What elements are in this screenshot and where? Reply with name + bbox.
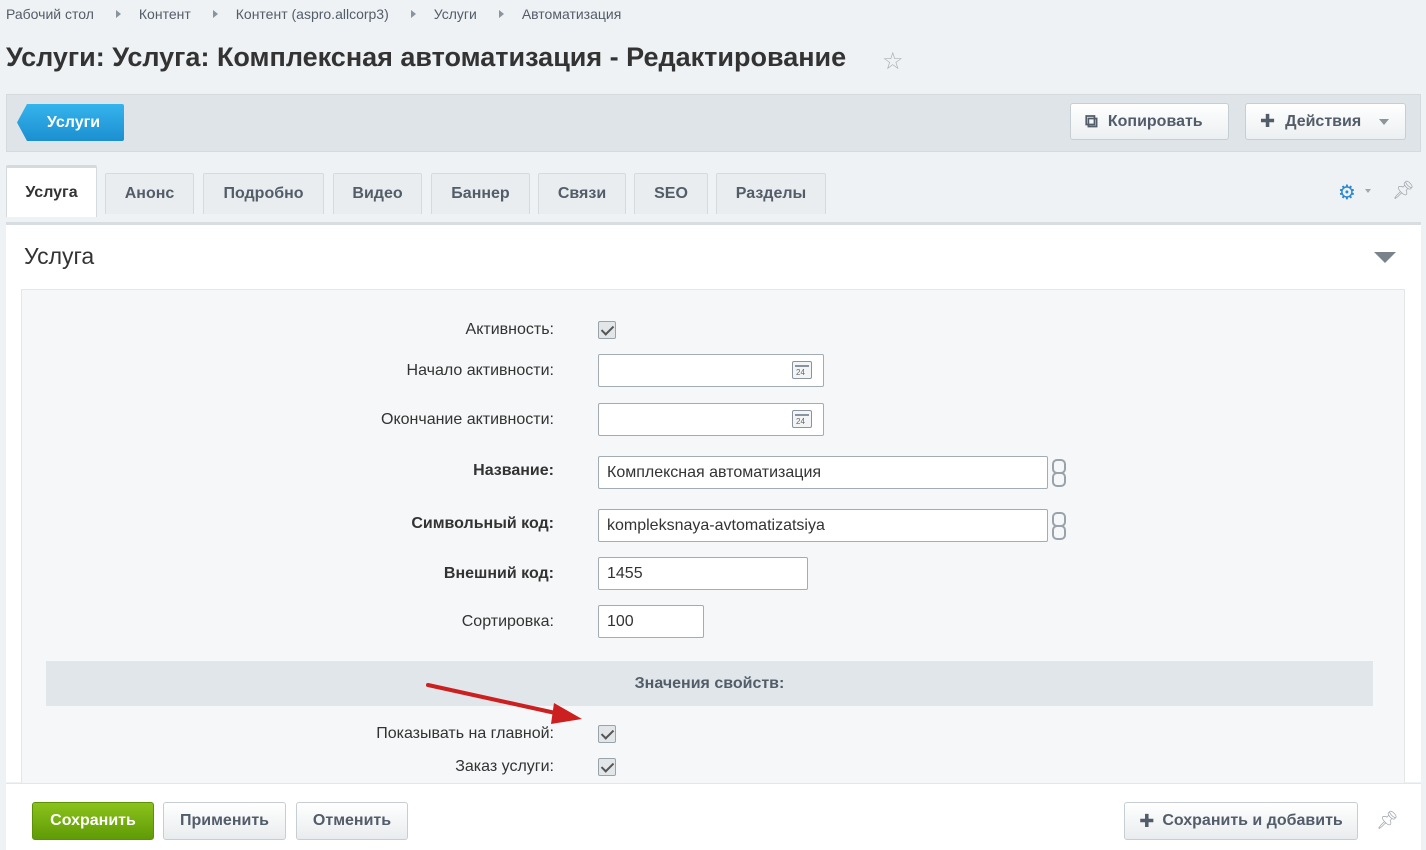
save-and-add-label: Сохранить и добавить bbox=[1162, 812, 1343, 829]
tab-service[interactable]: Услуга bbox=[6, 165, 97, 217]
favorite-star-icon[interactable]: ☆ bbox=[882, 47, 904, 76]
context-toolbar: Услуги ⧉ Копировать ✚ Действия bbox=[6, 94, 1421, 152]
pin-icon[interactable]: 📌︎ bbox=[1392, 180, 1415, 201]
save-and-add-button[interactable]: ✚ Сохранить и добавить bbox=[1124, 802, 1358, 840]
section-title: Услуга bbox=[24, 243, 95, 269]
chain-link-icon[interactable] bbox=[1052, 459, 1066, 487]
start-date-input[interactable] bbox=[598, 354, 824, 387]
plus-icon: ✚ bbox=[1260, 111, 1276, 131]
back-to-services-button[interactable]: Услуги bbox=[17, 104, 124, 141]
properties-header: Значения свойств: bbox=[46, 661, 1373, 706]
show-on-main-checkbox[interactable] bbox=[598, 725, 616, 743]
end-date-label: Окончание активности: bbox=[381, 411, 554, 428]
form-panel: Услуга Активность: Начало активности: 24… bbox=[6, 222, 1421, 789]
tab-details[interactable]: Подробно bbox=[203, 173, 324, 214]
name-input[interactable]: Комплексная автоматизация bbox=[598, 456, 1048, 489]
tab-seo[interactable]: SEO bbox=[634, 173, 708, 214]
breadcrumb-item-content[interactable]: Контент bbox=[139, 6, 191, 22]
breadcrumb-item-content-aspro[interactable]: Контент (aspro.allcorp3) bbox=[236, 6, 389, 22]
calendar-icon-day: 24 bbox=[796, 417, 805, 426]
breadcrumb-item-services[interactable]: Услуги bbox=[434, 6, 477, 22]
tab-banner[interactable]: Баннер bbox=[431, 173, 530, 214]
tab-announce[interactable]: Анонс bbox=[105, 173, 194, 214]
chain-link-icon[interactable] bbox=[1052, 512, 1066, 540]
gear-icon[interactable]: ⚙ bbox=[1338, 180, 1356, 205]
calendar-icon-day: 24 bbox=[796, 368, 805, 377]
start-date-label: Начало активности: bbox=[406, 362, 554, 379]
symbol-code-input[interactable]: kompleksnaya-avtomatizatsiya bbox=[598, 509, 1048, 542]
collapse-triangle-icon[interactable] bbox=[1374, 252, 1396, 263]
breadcrumb-item-desktop[interactable]: Рабочий стол bbox=[6, 6, 94, 22]
annotation-arrow-icon bbox=[426, 683, 582, 724]
copy-icon: ⧉ bbox=[1085, 111, 1098, 131]
breadcrumb-separator-icon bbox=[212, 10, 218, 18]
order-service-checkbox[interactable] bbox=[598, 758, 616, 776]
sort-label: Сортировка: bbox=[461, 613, 554, 630]
copy-button[interactable]: ⧉ Копировать bbox=[1070, 103, 1229, 140]
page-title: Услуги: Услуга: Комплексная автоматизаци… bbox=[6, 42, 847, 72]
breadcrumb-separator-icon bbox=[115, 10, 121, 18]
plus-icon: ✚ bbox=[1139, 810, 1155, 831]
order-service-label: Заказ услуги: bbox=[455, 758, 554, 775]
copy-button-label: Копировать bbox=[1107, 112, 1203, 130]
tab-links[interactable]: Связи bbox=[538, 173, 626, 214]
external-code-input[interactable]: 1455 bbox=[598, 557, 808, 590]
end-date-input[interactable] bbox=[598, 403, 824, 436]
breadcrumb: Рабочий стол Контент Контент (aspro.allc… bbox=[6, 6, 621, 22]
breadcrumb-separator-icon bbox=[410, 10, 416, 18]
symbol-code-label: Символьный код: bbox=[411, 515, 554, 532]
pin-icon[interactable]: 📌︎ bbox=[1376, 810, 1399, 831]
breadcrumb-item-automation[interactable]: Автоматизация bbox=[522, 6, 621, 22]
tab-video[interactable]: Видео bbox=[333, 173, 422, 214]
chevron-down-icon[interactable] bbox=[1365, 189, 1371, 193]
active-label: Активность: bbox=[465, 321, 554, 338]
cancel-button[interactable]: Отменить bbox=[296, 802, 408, 840]
apply-button[interactable]: Применить bbox=[163, 802, 286, 840]
breadcrumb-separator-icon bbox=[498, 10, 504, 18]
show-on-main-label: Показывать на главной: bbox=[376, 725, 554, 742]
active-checkbox[interactable] bbox=[598, 321, 616, 339]
name-label: Название: bbox=[473, 462, 554, 479]
actions-menu-button[interactable]: ✚ Действия bbox=[1245, 103, 1406, 140]
form-footer: Сохранить Применить Отменить ✚ Сохранить… bbox=[6, 783, 1421, 850]
sort-input[interactable]: 100 bbox=[598, 605, 704, 638]
calendar-icon[interactable]: 24 bbox=[792, 410, 812, 428]
chevron-down-icon bbox=[1379, 118, 1390, 125]
calendar-icon[interactable]: 24 bbox=[792, 361, 812, 379]
tab-sections[interactable]: Разделы bbox=[716, 173, 826, 214]
external-code-label: Внешний код: bbox=[443, 565, 554, 582]
actions-button-label: Действия bbox=[1285, 112, 1362, 130]
form-fields: Активность: Начало активности: 24 Оконча… bbox=[21, 289, 1405, 789]
save-button[interactable]: Сохранить bbox=[32, 802, 154, 840]
